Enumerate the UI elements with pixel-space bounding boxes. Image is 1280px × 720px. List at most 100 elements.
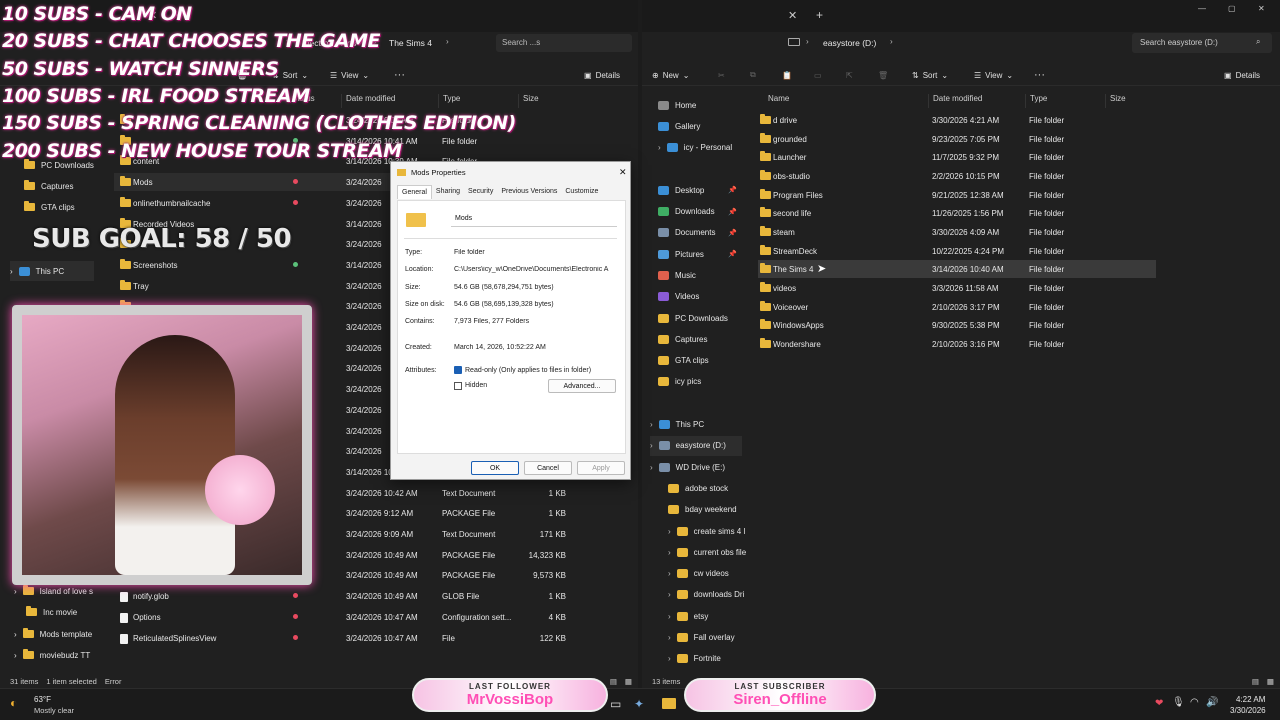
nav-item[interactable]: PC Downloads [658, 308, 728, 328]
nav-item[interactable]: › WD Drive (E:) [650, 457, 725, 477]
nav-item[interactable]: › cw videos [668, 564, 729, 584]
nav-item[interactable]: Captures [658, 329, 707, 349]
right-search-input[interactable]: Search easystore (D:) ⌕ [1132, 33, 1272, 53]
ok-button[interactable]: OK [471, 461, 519, 475]
nav-item[interactable]: icy pics [658, 372, 701, 392]
column-header-size[interactable]: Size [518, 94, 539, 108]
details-button[interactable]: ▣ Details [1224, 64, 1260, 86]
nav-item[interactable]: Gallery [658, 116, 700, 136]
nav-item[interactable]: Desktop 📌 [658, 180, 737, 200]
clock-time[interactable]: 4:22 AM [1236, 695, 1265, 704]
cut-icon[interactable]: ✂ [718, 64, 725, 86]
tab-security[interactable]: Security [464, 185, 497, 199]
sort-button[interactable]: ⇅ Sort ⌄ [912, 64, 948, 86]
copy-icon[interactable]: ⧉ [750, 64, 756, 86]
table-row[interactable]: Options 3/24/2026 10:47 AM Configuration s… [114, 608, 594, 626]
dialog-close-icon[interactable]: ✕ [619, 167, 627, 178]
nav-item[interactable]: Documents 📌 [658, 223, 737, 243]
table-row[interactable]: WindowsApps 9/30/2025 5:38 PM File folder [758, 316, 1156, 334]
left-nav-item-moviebudz[interactable]: › moviebudz TT [14, 645, 90, 665]
rename-icon[interactable]: ▭ [814, 64, 822, 86]
grid-view-icon[interactable]: ▦ [1267, 677, 1274, 686]
close-window-icon[interactable]: ✕ [1258, 4, 1265, 13]
table-row[interactable]: Wondershare 2/10/2026 3:16 PM File folder [758, 335, 1156, 353]
paste-icon[interactable]: 📋 [782, 64, 792, 86]
new-button[interactable]: ⊕ New ⌄ [652, 64, 689, 86]
cancel-button[interactable]: Cancel [524, 461, 572, 475]
hidden-checkbox[interactable] [454, 382, 462, 390]
breadcrumb-the-sims-4[interactable]: The Sims 4 [389, 38, 432, 48]
nav-item[interactable]: GTA clips [658, 351, 709, 371]
left-nav-item-captures[interactable]: Captures [24, 176, 73, 196]
table-row[interactable]: Voiceover 2/10/2026 3:17 PM File folder [758, 298, 1156, 316]
column-header-name[interactable]: Name [768, 94, 789, 103]
task-view-icon[interactable]: ▭ [610, 697, 621, 711]
table-row[interactable]: Program Files 9/21/2025 12:38 AM File fold… [758, 186, 1156, 204]
nav-item[interactable]: › current obs file [668, 542, 746, 562]
address-text[interactable]: easystore (D:) [823, 38, 876, 48]
new-tab-icon[interactable]: + [816, 8, 823, 22]
table-row[interactable]: grounded 9/23/2025 7:05 PM File folder [758, 130, 1156, 148]
copilot-icon[interactable]: ✦ [634, 697, 644, 711]
column-header-type[interactable]: Type [438, 94, 460, 108]
tab-general[interactable]: General [397, 185, 432, 199]
list-view-icon[interactable]: ▤ [610, 677, 617, 686]
grid-view-icon[interactable]: ▦ [625, 677, 632, 686]
left-nav-item-inc-movie[interactable]: Inc movie [26, 602, 77, 622]
left-nav-item-this-pc[interactable]: › This PC [10, 261, 94, 281]
nav-item[interactable]: › This PC [650, 415, 704, 435]
nav-item[interactable]: Home [658, 95, 696, 115]
close-tab-icon[interactable]: ✕ [788, 9, 797, 22]
table-row[interactable]: Launcher 11/7/2025 9:32 PM File folder [758, 148, 1156, 166]
table-row[interactable]: StreamDeck 10/22/2025 4:24 PM File folder [758, 242, 1156, 260]
nav-item[interactable]: › icy - Personal [658, 138, 732, 158]
more-options-icon[interactable]: ··· [394, 64, 405, 86]
tab-previous-versions[interactable]: Previous Versions [497, 185, 561, 199]
volume-icon[interactable]: 🔊 [1206, 697, 1218, 708]
microphone-icon[interactable]: 🎙 [1172, 697, 1185, 708]
wifi-icon[interactable]: ❤ [1155, 698, 1163, 709]
table-row[interactable]: obs-studio 2/2/2026 10:15 PM File folder [758, 167, 1156, 185]
tab-customize[interactable]: Customize [561, 185, 602, 199]
column-header-date-modified[interactable]: Date modified [341, 94, 395, 108]
table-row[interactable]: d drive 3/30/2026 4:21 AM File folder [758, 111, 1156, 129]
nav-item[interactable]: Music [658, 265, 696, 285]
nav-item[interactable]: Videos [658, 287, 699, 307]
share-icon[interactable]: ⇱ [846, 64, 853, 86]
table-row[interactable]: notify.glob 3/24/2026 10:49 AM GLOB File 1 … [114, 587, 594, 605]
column-header-size[interactable]: Size [1105, 94, 1126, 108]
advanced-button[interactable]: Advanced... [548, 379, 616, 393]
left-nav-item-gta-clips[interactable]: GTA clips [24, 197, 75, 217]
view-button[interactable]: ☰ View ⌄ [974, 64, 1013, 86]
view-button[interactable]: ☰ View ⌄ [330, 64, 369, 86]
delete-icon[interactable]: 🗑 [878, 64, 888, 86]
nav-item[interactable]: › create sims 4 l [668, 521, 745, 541]
network-icon[interactable]: ◠ [1190, 697, 1199, 708]
apply-button[interactable]: Apply [577, 461, 625, 475]
table-row[interactable]: ReticulatedSplinesView 3/24/2026 10:47 AM… [114, 629, 594, 647]
column-header-date-modified[interactable]: Date modified [928, 94, 982, 108]
nav-item[interactable]: › etsy [668, 606, 708, 626]
file-explorer-icon[interactable] [662, 698, 676, 709]
right-address-bar[interactable]: › easystore (D:) › Search easystore (D:)… [642, 32, 1280, 54]
table-row[interactable]: steam 3/30/2026 4:09 AM File folder [758, 223, 1156, 241]
nav-item[interactable]: › easystore (D:) [650, 435, 742, 456]
folder-name-field[interactable]: Mods [451, 212, 617, 227]
nav-item[interactable]: bday weekend [668, 500, 737, 520]
nav-item[interactable]: › Fall overlay [668, 628, 735, 648]
nav-item[interactable]: Pictures 📌 [658, 244, 737, 264]
tab-sharing[interactable]: Sharing [432, 185, 464, 199]
column-header-type[interactable]: Type [1025, 94, 1047, 108]
nav-item[interactable]: › Fortnite [668, 649, 721, 669]
nav-item[interactable]: adobe stock [668, 478, 728, 498]
details-button[interactable]: ▣ Details [584, 64, 620, 86]
nav-item[interactable]: › downloads Dri [668, 585, 744, 605]
table-row[interactable]: second life 11/26/2025 1:56 PM File folder [758, 204, 1156, 222]
table-row[interactable]: videos 3/3/2026 11:58 AM File folder [758, 279, 1156, 297]
weather-icon[interactable]: ◐ [10, 696, 17, 710]
minimize-icon[interactable]: — [1198, 4, 1206, 13]
left-search-input[interactable]: Search ...s [496, 34, 632, 52]
readonly-checkbox[interactable] [454, 366, 462, 374]
list-view-icon[interactable]: ▤ [1252, 677, 1259, 686]
clock-date[interactable]: 3/30/2026 [1230, 706, 1266, 715]
